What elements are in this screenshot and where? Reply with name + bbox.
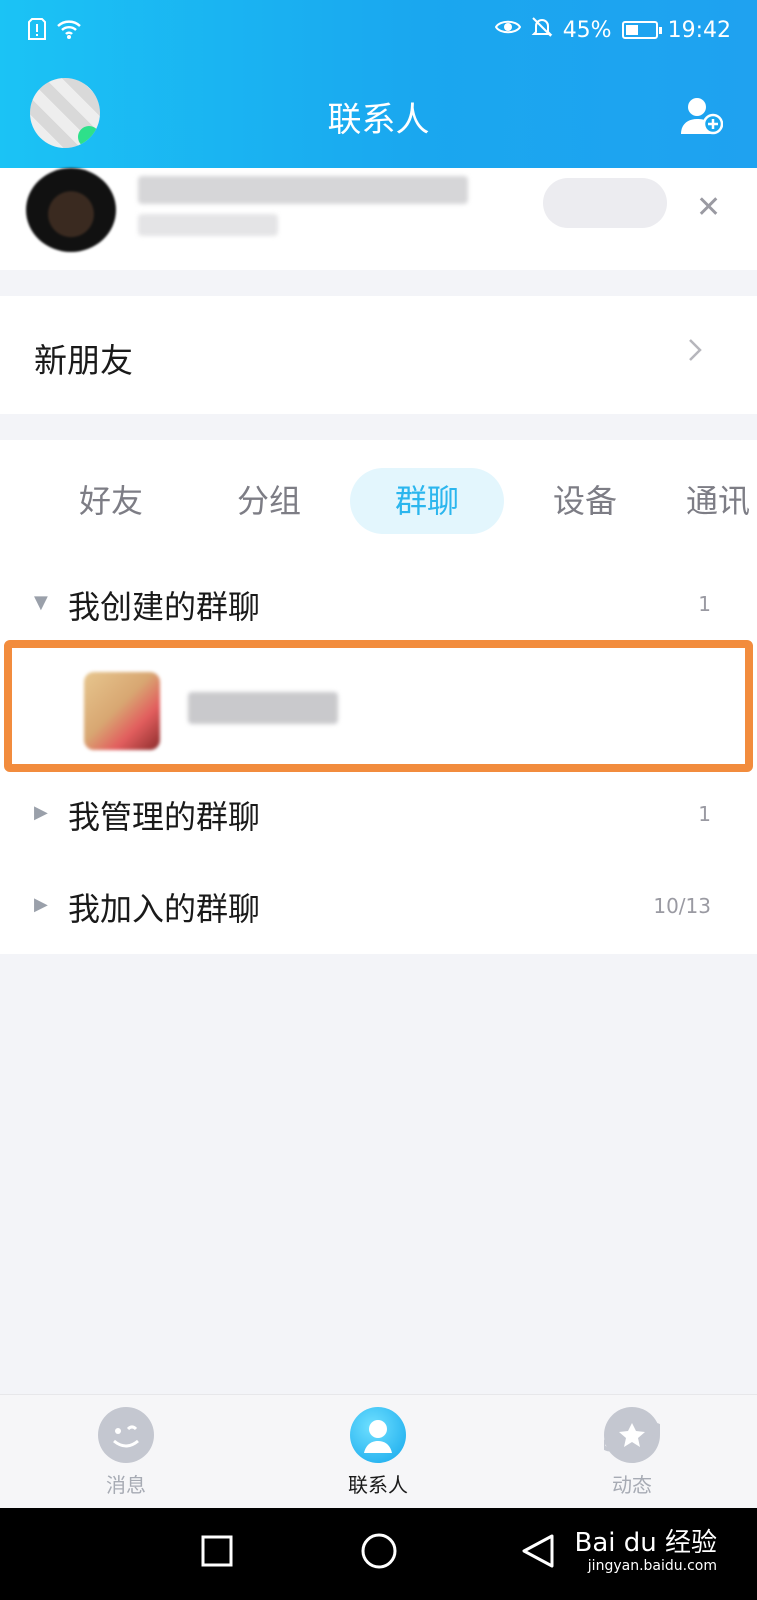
- bottom-tab-label: 联系人: [348, 1473, 408, 1497]
- group-section-count: 10/13: [653, 894, 711, 918]
- sim-alert-icon: [28, 18, 46, 46]
- battery-percent: 45%: [562, 17, 612, 43]
- battery-icon: [621, 21, 662, 39]
- wifi-icon: [56, 18, 82, 46]
- bottom-tab-label: 消息: [106, 1473, 146, 1497]
- recent-apps-icon[interactable]: [200, 1534, 234, 1572]
- recommended-user-name-blurred: [138, 176, 468, 204]
- watermark-brand: Bai du 经验: [574, 1528, 717, 1558]
- group-section-count: 1: [698, 592, 711, 616]
- friend-recommendation-card[interactable]: ✕: [0, 168, 757, 270]
- recommended-user-detail-blurred: [138, 214, 278, 236]
- eye-comfort-icon: [494, 17, 521, 43]
- chevron-right-icon: [687, 336, 703, 371]
- new-friends-label: 新朋友: [34, 341, 133, 380]
- back-icon[interactable]: [520, 1532, 556, 1574]
- page-title: 联系人: [327, 100, 430, 140]
- recommended-user-avatar: [26, 168, 116, 252]
- add-friend-icon[interactable]: [679, 96, 724, 136]
- bottom-tab-contacts[interactable]: 联系人: [318, 1407, 438, 1498]
- add-recommended-button[interactable]: [543, 178, 667, 228]
- bottom-tab-moments[interactable]: 动态: [572, 1407, 692, 1498]
- tab-groups[interactable]: 分组: [214, 468, 324, 534]
- mute-bell-icon: [531, 16, 553, 44]
- group-section-label: 我加入的群聊: [68, 890, 261, 928]
- new-friends-row[interactable]: 新朋友: [0, 296, 757, 414]
- expanded-triangle-icon: ▼: [34, 592, 48, 613]
- home-icon[interactable]: [360, 1532, 398, 1574]
- collapsed-triangle-icon: ▶: [34, 894, 48, 915]
- group-section-created[interactable]: ▼ 我创建的群聊 1: [0, 574, 757, 634]
- group-section-label: 我创建的群聊: [68, 588, 261, 626]
- tab-devices[interactable]: 设备: [530, 468, 640, 534]
- group-section-joined[interactable]: ▶ 我加入的群聊 10/13: [0, 876, 757, 936]
- system-navigation-bar: Bai du 经验 jingyan.baidu.com: [0, 1508, 757, 1600]
- created-group-item[interactable]: [4, 640, 753, 772]
- baidu-jingyan-watermark: Bai du 经验 jingyan.baidu.com: [574, 1528, 717, 1574]
- message-smile-icon: [98, 1407, 154, 1463]
- header-bar: 45% 19:42 联系人: [0, 0, 757, 168]
- tab-group-chats[interactable]: 群聊: [350, 468, 504, 534]
- group-section-label: 我管理的群聊: [68, 798, 261, 836]
- contacts-person-icon: [350, 1407, 406, 1463]
- bottom-tab-bar: 消息 联系人 动态: [0, 1394, 757, 1508]
- group-avatar: [84, 672, 160, 750]
- collapsed-triangle-icon: ▶: [34, 802, 48, 823]
- battery-level: [625, 25, 639, 35]
- tab-friends[interactable]: 好友: [58, 468, 164, 534]
- group-name-blurred: [188, 692, 338, 724]
- group-section-count: 1: [698, 802, 711, 826]
- bottom-tab-messages[interactable]: 消息: [66, 1407, 186, 1498]
- close-icon[interactable]: ✕: [696, 190, 721, 225]
- watermark-url: jingyan.baidu.com: [587, 1558, 717, 1574]
- status-bar: 45% 19:42: [0, 14, 757, 50]
- tab-address-book[interactable]: 通讯: [686, 468, 757, 534]
- group-section-managed[interactable]: ▶ 我管理的群聊 1: [0, 784, 757, 844]
- bottom-tab-label: 动态: [612, 1473, 652, 1497]
- planet-star-icon: [601, 1407, 663, 1463]
- clock: 19:42: [667, 17, 731, 43]
